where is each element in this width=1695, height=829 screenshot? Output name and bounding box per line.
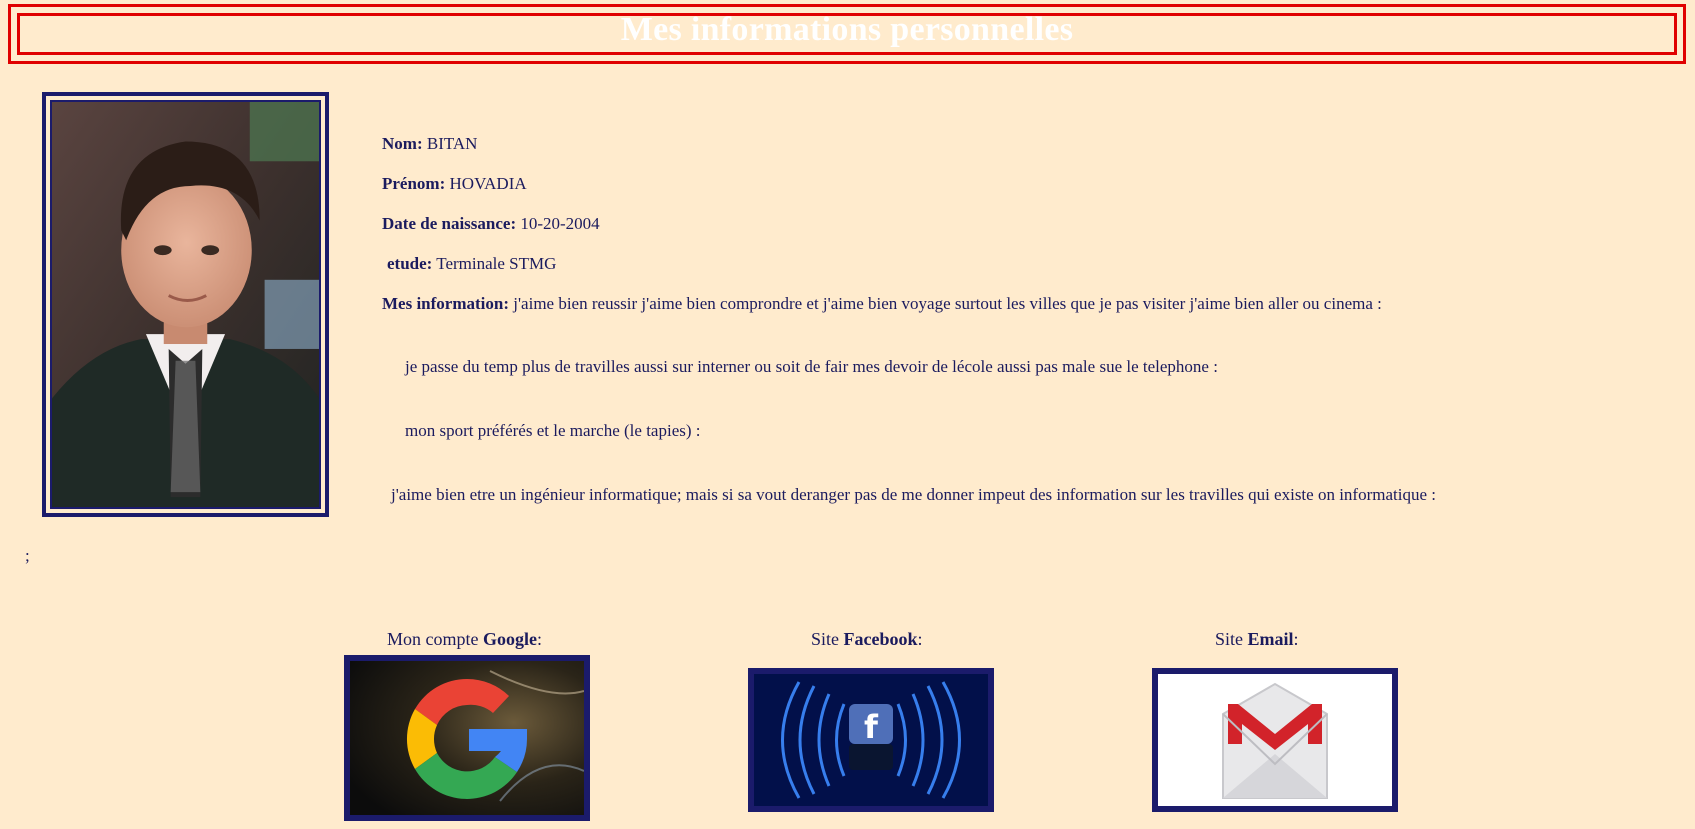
google-caption: Mon compte Google:: [387, 629, 542, 650]
field-mes-information: Mes information: j'aime bien reussir j'a…: [382, 294, 1382, 314]
profile-photo: [50, 100, 321, 509]
paragraph-temps: je passe du temp plus de travilles aussi…: [405, 357, 1218, 376]
caption-prefix: Site: [1215, 629, 1248, 649]
caption-suffix: :: [1293, 629, 1299, 649]
field-label: Prénom:: [382, 174, 446, 193]
caption-prefix: Mon compte: [387, 629, 483, 649]
facebook-caption: Site Facebook:: [811, 629, 923, 650]
person-portrait-icon: [52, 102, 319, 507]
caption-bold: Google: [483, 629, 537, 649]
gmail-icon: [1158, 674, 1392, 806]
trailing-semicolon: ;: [25, 546, 30, 565]
field-date-naissance: Date de naissance: 10-20-2004: [382, 214, 600, 234]
email-caption: Site Email:: [1215, 629, 1299, 650]
page-title: Mes informations personnelles: [620, 11, 1074, 48]
field-label: Nom:: [382, 134, 423, 153]
field-prenom: Prénom: HOVADIA: [382, 174, 527, 194]
caption-bold: Email: [1247, 629, 1294, 649]
paragraph-ingenieur: j'aime bien etre un ingénieur informatiq…: [391, 485, 1436, 504]
field-value: HOVADIA: [445, 174, 527, 193]
paragraph-sport: mon sport préférés et le marche (le tapi…: [405, 421, 701, 440]
google-icon: [350, 661, 584, 815]
caption-bold: Facebook: [843, 629, 918, 649]
svg-text:f: f: [864, 708, 879, 746]
caption-suffix: :: [537, 629, 543, 649]
google-link[interactable]: [344, 655, 590, 821]
field-value: BITAN: [422, 134, 478, 153]
field-value: Terminale STMG: [432, 254, 557, 273]
field-value: j'aime bien reussir j'aime bien comprond…: [509, 294, 1382, 313]
profile-photo-frame: [42, 92, 329, 517]
page-header-inner: Mes informations personnelles: [17, 11, 1677, 55]
field-label: Mes information:: [382, 294, 510, 313]
facebook-icon: f: [754, 674, 988, 806]
field-label: etude:: [387, 254, 433, 273]
page-header: Mes informations personnelles: [8, 4, 1686, 64]
field-value: 10-20-2004: [516, 214, 600, 233]
field-label: Date de naissance:: [382, 214, 517, 233]
facebook-link[interactable]: f: [748, 668, 994, 812]
field-nom: Nom: BITAN: [382, 134, 477, 154]
field-etude: etude: Terminale STMG: [387, 254, 556, 274]
caption-prefix: Site: [811, 629, 844, 649]
email-link[interactable]: [1152, 668, 1398, 812]
caption-suffix: :: [917, 629, 923, 649]
